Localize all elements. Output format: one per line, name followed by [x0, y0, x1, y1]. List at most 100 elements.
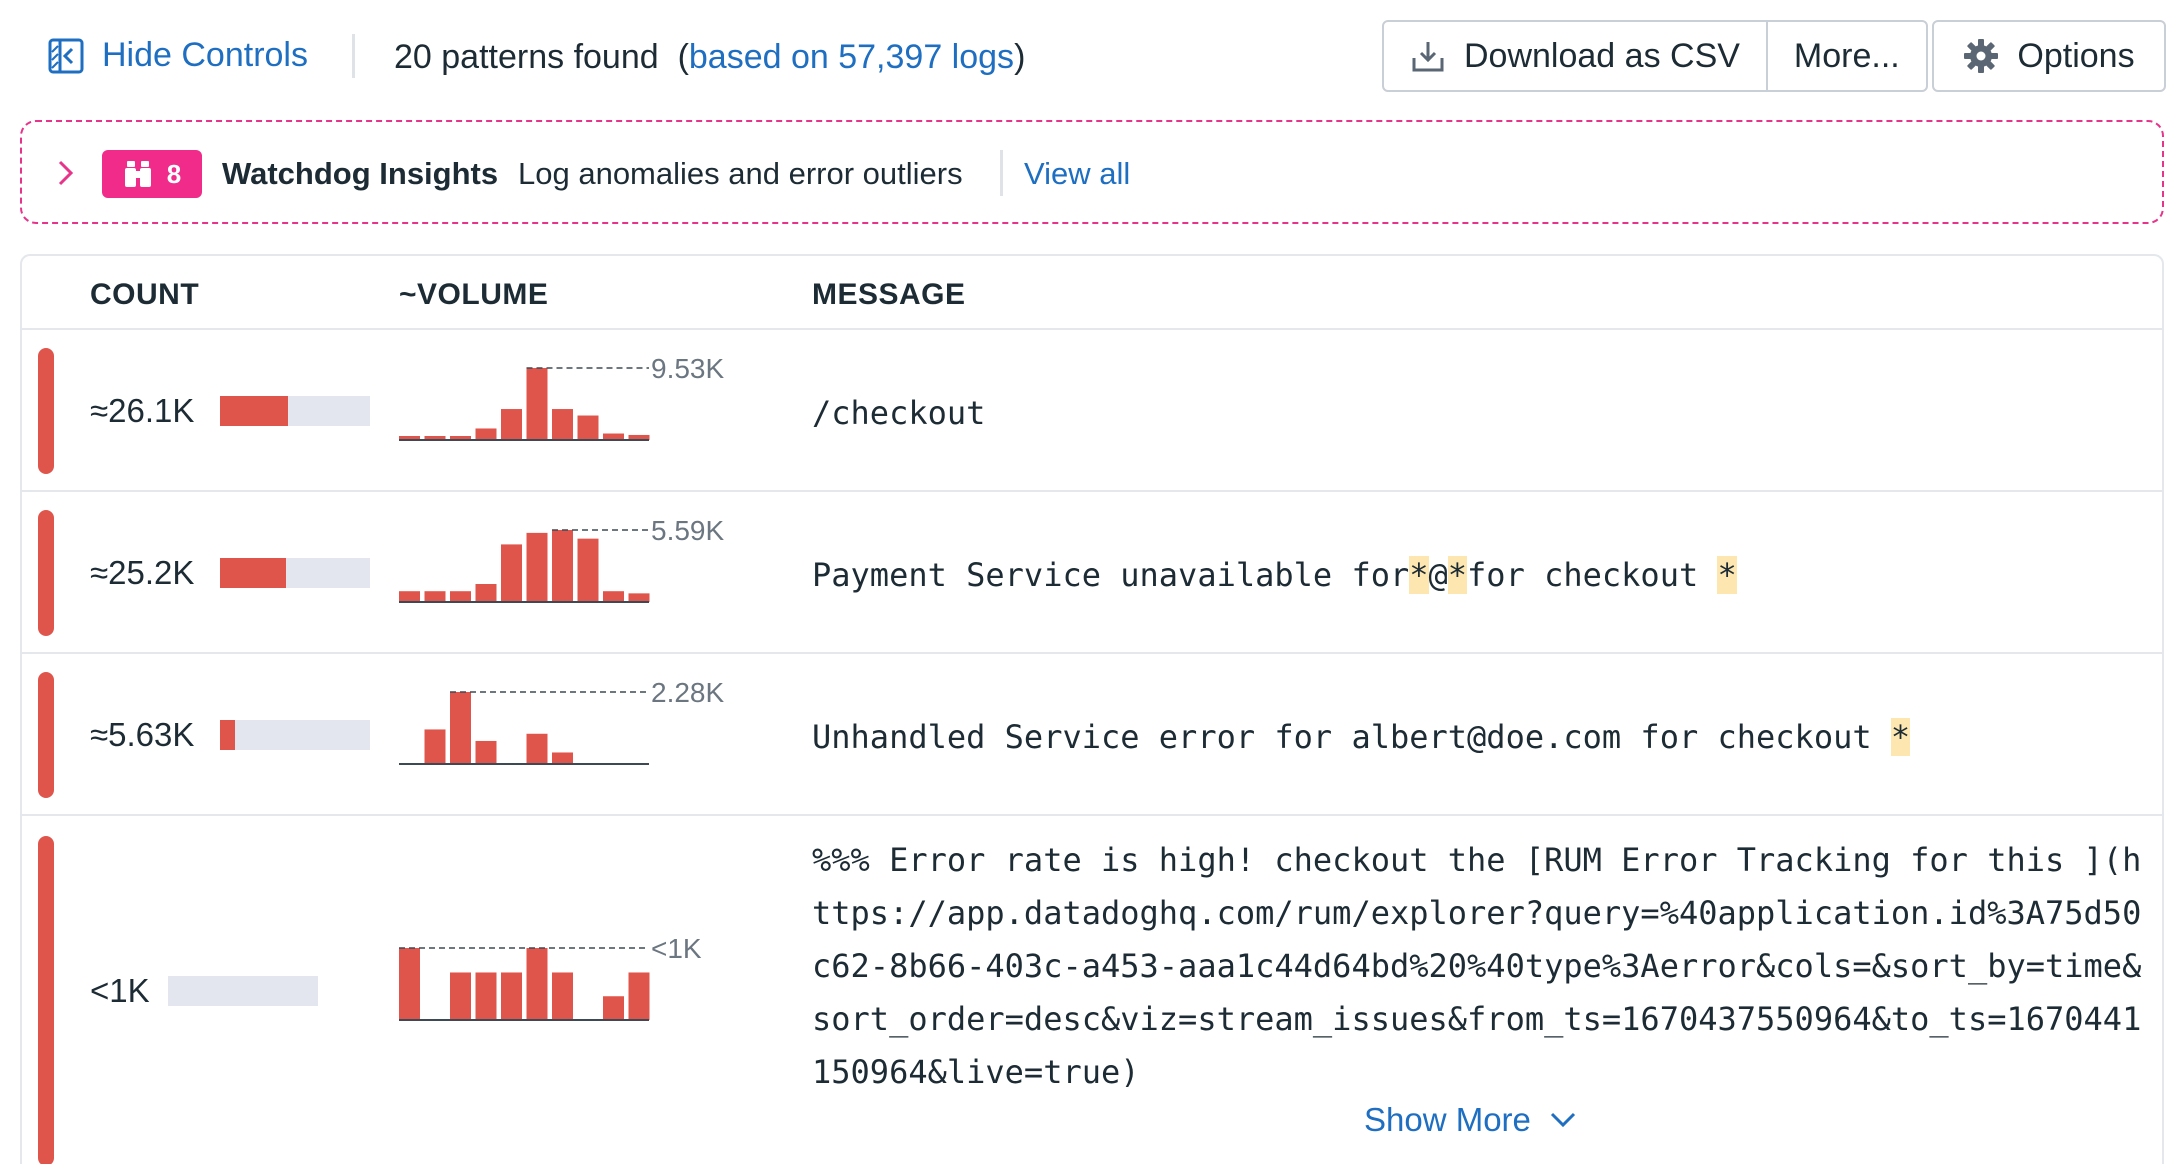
chevron-down-icon [1550, 1112, 1575, 1128]
message-text: /checkout [812, 394, 986, 432]
show-more-button[interactable]: Show More [1364, 1101, 1577, 1139]
volume-bar [603, 591, 624, 602]
volume-max-label: <1K [651, 933, 702, 964]
show-more-label: Show More [1364, 1101, 1531, 1138]
message-text: Payment Service unavailable for [812, 556, 1410, 594]
count-bar-fill [220, 558, 286, 588]
volume-bar [577, 538, 599, 602]
chevron-right-icon[interactable] [52, 158, 80, 188]
pattern-message[interactable]: /checkout [812, 394, 985, 432]
volume-bar [526, 948, 548, 1020]
count-bar-fill [220, 720, 235, 750]
volume-sparkline: 2.28K [399, 677, 724, 765]
count-bar [220, 396, 370, 426]
based-on-logs-link[interactable]: based on 57,397 logs [689, 38, 1014, 76]
message-text: for checkout [1467, 556, 1718, 594]
volume-bar [603, 996, 624, 1020]
volume-bar [501, 544, 522, 602]
volume-bar [552, 530, 573, 602]
volume-bar [526, 532, 548, 602]
pattern-count: ≈26.1K [90, 392, 195, 429]
severity-bar [38, 510, 54, 636]
volume-bar [526, 733, 548, 764]
message-text: Unhandled Service error for albert@doe.c… [812, 718, 1891, 756]
watchdog-title: Watchdog Insights [222, 156, 499, 191]
download-icon [1412, 42, 1444, 72]
watchdog-badge: 8 [102, 150, 202, 198]
table-row[interactable]: ≈25.2K 5.59K Payment Service unavailable… [22, 492, 2162, 654]
volume-bar [399, 948, 420, 1020]
wildcard-token: * [1890, 718, 1911, 756]
volume-bar [450, 972, 471, 1020]
patterns-found-summary: 20 patterns found (based on 57,397 logs) [394, 38, 1025, 77]
volume-bar [450, 692, 471, 764]
volume-column-header[interactable]: ~VOLUME [399, 278, 548, 312]
view-all-link[interactable]: View all [1024, 156, 1130, 192]
download-csv-button[interactable]: Download as CSV [1384, 22, 1766, 90]
volume-sparkline: 9.53K [399, 353, 724, 441]
volume-bar [501, 972, 522, 1020]
hide-controls-button[interactable]: Hide Controls [48, 36, 308, 75]
toolbar-divider [352, 34, 355, 78]
count-bar-fill [220, 396, 288, 426]
volume-chart: 5.59K [399, 515, 759, 618]
pattern-message[interactable]: Unhandled Service error for albert@doe.c… [812, 718, 1911, 756]
count-bar [168, 976, 318, 1006]
wildcard-token: * [1447, 556, 1468, 594]
severity-bar [38, 348, 54, 474]
count-bar [220, 720, 370, 750]
toolbar: Hide Controls 20 patterns found (based o… [0, 0, 2184, 112]
volume-bar [450, 591, 471, 602]
message-column-header[interactable]: MESSAGE [812, 278, 966, 312]
volume-bar [475, 972, 497, 1020]
volume-bar [475, 584, 497, 602]
wildcard-token: * [1409, 556, 1429, 594]
message-text: @ [1428, 556, 1448, 594]
pattern-message[interactable]: Payment Service unavailable for*@*for ch… [812, 556, 1737, 594]
table-row[interactable]: ≈5.63K 2.28K Unhandled Service error for… [22, 654, 2162, 816]
gear-icon [1964, 39, 1999, 73]
more-button[interactable]: More... [1765, 22, 1926, 90]
more-label: More... [1793, 36, 1900, 75]
volume-chart: <1K [399, 933, 759, 1036]
volume-bar [399, 591, 420, 602]
volume-sparkline: <1K [399, 933, 702, 1021]
volume-bar [475, 740, 497, 764]
volume-max-label: 2.28K [651, 677, 724, 708]
options-button[interactable]: Options [1932, 20, 2166, 92]
binoculars-icon [124, 161, 151, 187]
severity-bar [38, 836, 54, 1164]
table-row[interactable]: <1K <1K %%% Error rate is high! checkout… [22, 816, 2162, 1164]
patterns-table: COUNT ~VOLUME MESSAGE ≈26.1K 9.53K /chec… [20, 254, 2164, 1164]
volume-bar [577, 415, 599, 440]
volume-bar [552, 752, 573, 764]
hide-controls-icon [48, 38, 84, 73]
hide-controls-label: Hide Controls [102, 36, 308, 74]
options-label: Options [2017, 36, 2135, 75]
table-row[interactable]: ≈26.1K 9.53K /checkout [22, 330, 2162, 492]
table-header: COUNT ~VOLUME MESSAGE [22, 256, 2162, 330]
volume-max-label: 9.53K [651, 353, 724, 384]
paren-close: ) [1014, 38, 1026, 76]
volume-sparkline: 5.59K [399, 515, 724, 603]
volume-bar [526, 368, 548, 440]
volume-bar [628, 593, 650, 602]
volume-bar [501, 409, 522, 440]
volume-bar [424, 591, 446, 602]
pattern-message[interactable]: %%% Error rate is high! checkout the [RU… [812, 834, 2152, 1090]
volume-chart: 9.53K [399, 353, 759, 456]
export-button-group: Download as CSV More... [1382, 20, 1928, 92]
watchdog-badge-count: 8 [166, 158, 182, 189]
volume-bar [475, 428, 497, 440]
wildcard-token: * [1717, 556, 1737, 594]
pattern-count: ≈5.63K [90, 716, 195, 753]
patterns-found-count: 20 patterns found [394, 38, 659, 76]
pattern-count: <1K [90, 972, 150, 1009]
paren-open: ( [677, 38, 689, 76]
volume-bar [552, 972, 573, 1020]
pattern-count: ≈25.2K [90, 554, 195, 591]
count-column-header[interactable]: COUNT [90, 278, 199, 312]
message-text: %%% Error rate is high! checkout the [RU… [812, 841, 2142, 1090]
watchdog-divider [1000, 150, 1003, 196]
severity-bar [38, 672, 54, 798]
